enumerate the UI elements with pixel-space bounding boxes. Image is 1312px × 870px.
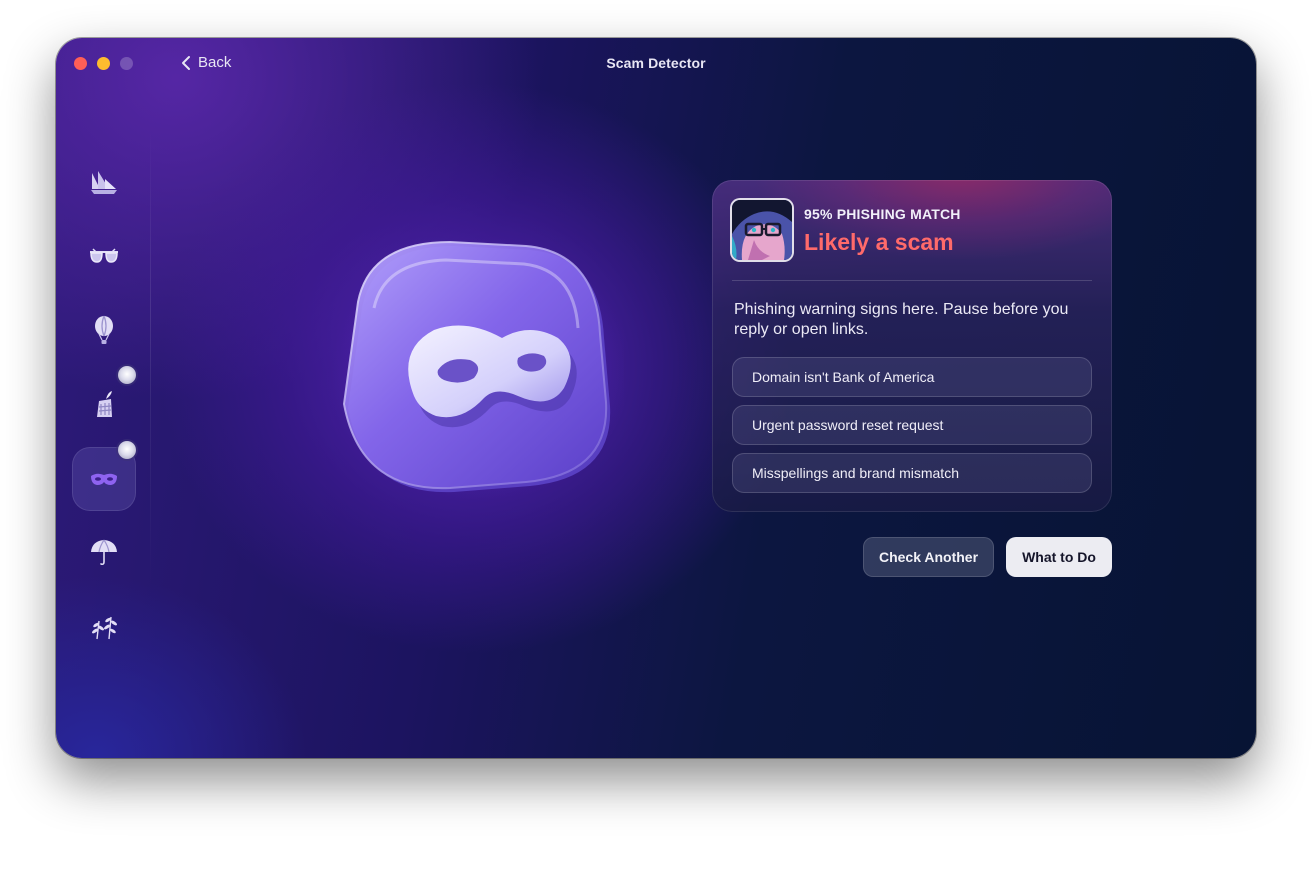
sailboat-icon xyxy=(91,171,117,194)
mask-icon xyxy=(332,240,632,500)
notification-badge xyxy=(118,366,136,384)
sidebar-item-mask[interactable] xyxy=(72,441,136,511)
mask-icon xyxy=(91,473,117,485)
sidebar-divider xyxy=(150,128,151,588)
reason-item: Domain isn't Bank of America xyxy=(732,357,1092,397)
hero-mask-illustration xyxy=(332,238,632,502)
building-icon xyxy=(97,391,112,417)
sidebar-item-sunglasses[interactable] xyxy=(72,224,136,288)
sidebar-item-building[interactable] xyxy=(72,366,136,436)
sidebar-item-umbrella[interactable] xyxy=(72,520,136,584)
window-title: Scam Detector xyxy=(606,55,706,71)
result-description: Phishing warning signs here. Pause befor… xyxy=(734,301,1069,338)
match-percentage: 95% PHISHING MATCH xyxy=(804,206,961,222)
avatar xyxy=(732,200,792,260)
check-another-button[interactable]: Check Another xyxy=(863,537,994,577)
umbrella-icon xyxy=(91,539,117,566)
reason-item: Urgent password reset request xyxy=(732,405,1092,445)
hot-air-balloon-icon xyxy=(95,315,113,344)
sidebar-item-leaves[interactable] xyxy=(72,594,136,658)
notification-badge xyxy=(118,441,136,459)
app-window: Back Scam Detector 95% PHISHING MATCH Li… xyxy=(56,38,1256,758)
sidebar-item-sailboat[interactable] xyxy=(72,150,136,214)
scan-result-card: 95% PHISHING MATCH Likely a scam Phishin… xyxy=(712,180,1112,512)
avatar-portrait-icon xyxy=(732,200,792,260)
what-to-do-button[interactable]: What to Do xyxy=(1006,537,1112,577)
verdict-title: Likely a scam xyxy=(804,229,954,255)
sidebar-item-balloon[interactable] xyxy=(72,298,136,362)
reason-item: Misspellings and brand mismatch xyxy=(732,453,1092,493)
sunglasses-icon xyxy=(90,248,118,263)
card-divider xyxy=(732,280,1092,281)
leaves-icon xyxy=(91,616,118,640)
